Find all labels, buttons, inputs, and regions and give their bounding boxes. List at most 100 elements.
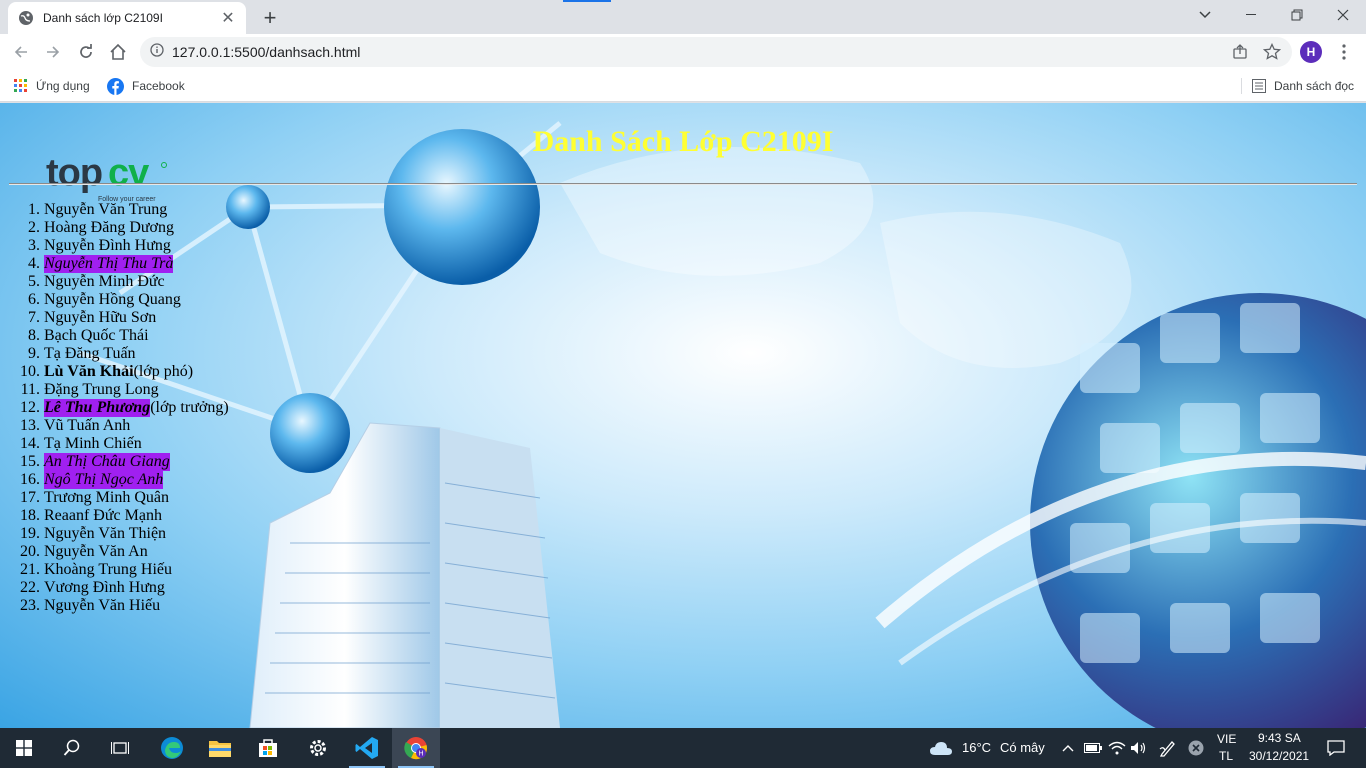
- back-arrow-icon[interactable]: [7, 38, 35, 66]
- student-name: Nguyễn Văn Thiện: [44, 525, 167, 542]
- student-name: Nguyễn Thị Thu Trà: [44, 255, 174, 273]
- reading-list-label: Danh sách đọc: [1274, 79, 1355, 93]
- new-tab-button[interactable]: +: [258, 5, 282, 30]
- student-item: 11. Đặng Trung Long: [0, 381, 229, 399]
- share-icon[interactable]: [1226, 38, 1254, 66]
- wifi-icon[interactable]: [1106, 728, 1128, 768]
- action-center-icon[interactable]: [1316, 728, 1356, 768]
- vscode-icon[interactable]: [343, 728, 391, 768]
- student-name: Đặng Trung Long: [44, 381, 159, 398]
- student-number: 6.: [28, 291, 40, 308]
- clock-time[interactable]: 9:43 SA: [1258, 731, 1301, 745]
- close-window-button[interactable]: [1320, 0, 1366, 30]
- file-explorer-icon[interactable]: [196, 728, 244, 768]
- student-item: 12. Lê Thu Phương (lớp trưởng): [0, 399, 229, 417]
- tab-strip: Danh sách lớp C2109I ✕ +: [0, 0, 1366, 34]
- apps-grid-icon: [14, 79, 28, 93]
- bookmark-apps[interactable]: Ứng dụng: [14, 76, 90, 96]
- language-line-2[interactable]: TL: [1219, 749, 1233, 763]
- weather-desc[interactable]: Có mây: [1000, 740, 1045, 755]
- student-item: 7. Nguyễn Hữu Sơn: [0, 309, 229, 327]
- student-name: Bạch Quốc Thái: [44, 327, 149, 344]
- profile-avatar[interactable]: H: [1300, 41, 1322, 63]
- reload-icon[interactable]: [72, 38, 100, 66]
- site-info-icon[interactable]: [150, 42, 164, 62]
- student-name: Trương Minh Quân: [44, 489, 169, 506]
- bookmarks-separator: [1241, 78, 1242, 94]
- edge-icon[interactable]: [148, 728, 196, 768]
- restore-button[interactable]: [1274, 0, 1320, 30]
- reading-list-icon: [1252, 79, 1266, 93]
- student-number: 7.: [28, 309, 40, 326]
- bookmarks-bar: Ứng dụng Facebook Danh sách đọc: [0, 70, 1366, 102]
- tab-search-chevron-icon[interactable]: [1182, 0, 1228, 30]
- forward-arrow-icon[interactable]: [39, 38, 67, 66]
- clock-date[interactable]: 30/12/2021: [1249, 749, 1309, 763]
- student-number: 18.: [20, 507, 40, 524]
- tab-title: Danh sách lớp C2109I: [43, 11, 163, 25]
- home-icon[interactable]: [104, 38, 132, 66]
- student-item: 20. Nguyễn Văn An: [0, 543, 229, 561]
- student-number: 22.: [20, 579, 40, 596]
- weather-cloud-icon[interactable]: [924, 728, 958, 768]
- student-name: Lê Thu Phương: [44, 399, 151, 417]
- student-name: Nguyễn Văn Trung: [44, 201, 168, 218]
- student-name: Hoàng Đăng Dương: [44, 219, 174, 236]
- settings-icon[interactable]: [294, 728, 342, 768]
- reading-list-button[interactable]: Danh sách đọc: [1252, 76, 1354, 96]
- student-name: Vũ Tuấn Anh: [44, 417, 131, 434]
- student-item: 21. Khoàng Trung Hiếu: [0, 561, 229, 579]
- task-view-icon[interactable]: [96, 728, 144, 768]
- student-number: 20.: [20, 543, 40, 560]
- store-icon[interactable]: [244, 728, 292, 768]
- bookmark-star-icon[interactable]: [1258, 38, 1286, 66]
- chevron-up-icon[interactable]: [1058, 728, 1078, 768]
- student-number: 17.: [20, 489, 40, 506]
- student-number: 2.: [28, 219, 40, 236]
- student-number: 1.: [28, 201, 40, 218]
- student-role: (lớp trưởng): [150, 399, 229, 416]
- language-line-1[interactable]: VIE: [1217, 732, 1236, 746]
- student-name: Nguyễn Văn Hiếu: [44, 597, 161, 614]
- student-name: Nguyễn Hồng Quang: [44, 291, 181, 308]
- tab-close-icon[interactable]: ✕: [220, 10, 236, 27]
- chrome-icon[interactable]: H: [392, 728, 440, 768]
- student-name: Khoàng Trung Hiếu: [44, 561, 173, 578]
- address-bar[interactable]: 127.0.0.1:5500/danhsach.html: [140, 37, 1292, 67]
- battery-icon[interactable]: [1082, 728, 1104, 768]
- student-item: 17. Trương Minh Quân: [0, 489, 229, 507]
- student-number: 14.: [20, 435, 40, 452]
- student-item: 16. Ngô Thị Ngọc Anh: [0, 471, 229, 489]
- minimize-button[interactable]: [1228, 0, 1274, 30]
- student-name: Tạ Đăng Tuấn: [44, 345, 136, 362]
- search-icon[interactable]: [48, 728, 96, 768]
- volume-icon[interactable]: [1128, 728, 1150, 768]
- student-item: 13. Vũ Tuấn Anh: [0, 417, 229, 435]
- student-number: 13.: [20, 417, 40, 434]
- browser-tab-active[interactable]: Danh sách lớp C2109I ✕: [8, 2, 246, 34]
- student-name: Nguyễn Đình Hưng: [44, 237, 171, 254]
- weather-temp[interactable]: 16°C: [962, 740, 991, 755]
- student-name: Lù Văn Khải: [44, 363, 134, 380]
- student-name: Tạ Minh Chiến: [44, 435, 142, 452]
- student-item: 9. Tạ Đăng Tuấn: [0, 345, 229, 363]
- more-vertical-icon[interactable]: [1334, 40, 1354, 64]
- bookmark-facebook[interactable]: Facebook: [107, 76, 185, 96]
- student-number: 15.: [20, 453, 40, 470]
- student-item: 2. Hoàng Đăng Dương: [0, 219, 229, 237]
- student-number: 4.: [28, 255, 40, 272]
- student-number: 23.: [20, 597, 40, 614]
- pen-icon[interactable]: [1156, 728, 1180, 768]
- start-icon[interactable]: [0, 728, 48, 768]
- topcv-logo: top cv Follow your career: [46, 151, 176, 208]
- student-item: 3. Nguyễn Đình Hưng: [0, 237, 229, 255]
- bookmark-label: Facebook: [132, 79, 185, 93]
- notification-off-icon[interactable]: [1184, 728, 1208, 768]
- student-name: Reaanf Đức Mạnh: [44, 507, 162, 524]
- student-number: 9.: [28, 345, 40, 362]
- student-number: 11.: [20, 381, 40, 398]
- student-item: 18. Reaanf Đức Mạnh: [0, 507, 229, 525]
- student-number: 10.: [20, 363, 40, 380]
- student-item: 15. An Thị Châu Giang: [0, 453, 229, 471]
- student-item: 4. Nguyễn Thị Thu Trà: [0, 255, 229, 273]
